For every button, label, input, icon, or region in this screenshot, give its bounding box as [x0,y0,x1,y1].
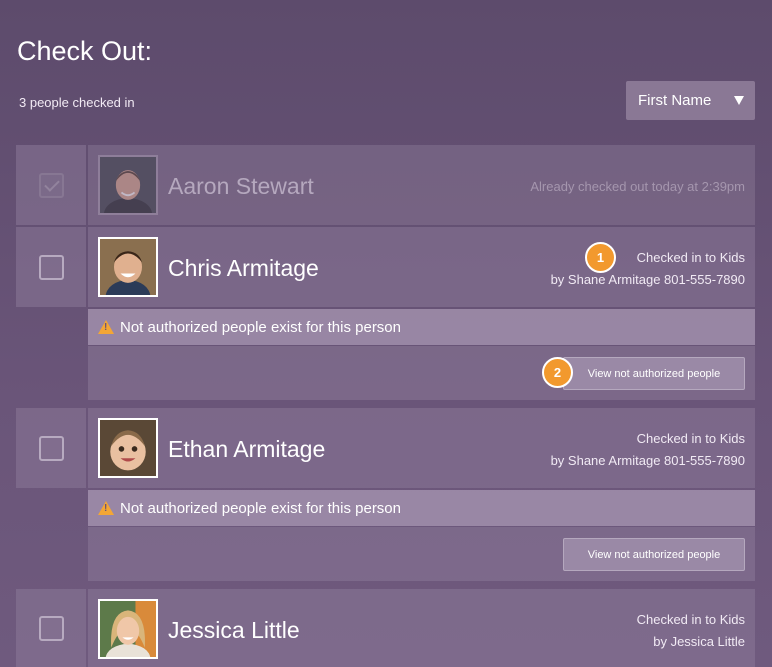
warning-bar: Not authorized people exist for this per… [88,490,755,526]
view-not-authorized-button[interactable]: View not authorized people [563,538,745,571]
warning-text: Not authorized people exist for this per… [120,318,401,336]
checkin-location: Checked in to Kids [636,431,745,446]
avatar-photo [100,601,156,657]
person-name: Jessica Little [168,617,300,643]
person-name: Chris Armitage [168,255,319,281]
person-name: Ethan Armitage [168,436,326,462]
checked-in-by: by Shane Armitage 801-555-7890 [550,272,745,287]
step-badge: 2 [542,357,573,388]
person-card: Aaron Stewart Already checked out today … [88,145,755,225]
row-checkbox-cell [16,145,86,225]
warning-panel: View not authorized people [88,346,755,400]
row-checkbox-cell [16,408,86,488]
row-checkbox-cell [16,589,86,667]
row-checkbox-cell [16,227,86,307]
checkin-status: Checked in to Kids by Shane Armitage 801… [551,428,745,472]
checkout-checkbox[interactable] [38,615,64,641]
view-not-authorized-button[interactable]: View not authorized people [563,357,745,390]
checkin-status: Checked in to Kids by Shane Armitage 801… [551,247,745,291]
checkout-checkbox[interactable] [38,254,64,280]
checkin-location: Checked in to Kids [636,612,745,627]
warning-icon [98,501,114,515]
warning-panel: View not authorized people [88,527,755,581]
page-title: Check Out: [17,36,153,66]
avatar [98,237,158,297]
step-badge: 1 [585,242,616,273]
warning-icon [98,320,114,334]
avatar-photo [100,239,156,295]
chevron-down-icon [734,96,744,105]
person-card: Jessica Little Checked in to Kids by Jes… [88,589,755,667]
warning-bar: Not authorized people exist for this per… [88,309,755,345]
avatar [98,155,158,215]
person-name: Aaron Stewart [168,173,314,199]
sort-select[interactable]: First Name [626,81,755,120]
checkout-status: Already checked out today at 2:39pm [530,179,745,194]
checkin-status: Checked in to Kids by Jessica Little [637,609,745,653]
checked-in-by: by Shane Armitage 801-555-7890 [550,453,745,468]
avatar [98,599,158,659]
avatar-photo [100,157,156,213]
person-card: Ethan Armitage Checked in to Kids by Sha… [88,408,755,488]
person-card: Chris Armitage Checked in to Kids by Sha… [88,227,755,307]
checked-in-count: 3 people checked in [19,95,135,110]
warning-text: Not authorized people exist for this per… [120,499,401,517]
checked-checkbox-disabled [38,172,64,198]
checkout-checkbox[interactable] [38,435,64,461]
checkin-location: Checked in to Kids [636,250,745,265]
sort-select-value: First Name [638,92,712,109]
avatar-photo [100,420,156,476]
avatar [98,418,158,478]
checked-in-by: by Jessica Little [653,634,745,649]
